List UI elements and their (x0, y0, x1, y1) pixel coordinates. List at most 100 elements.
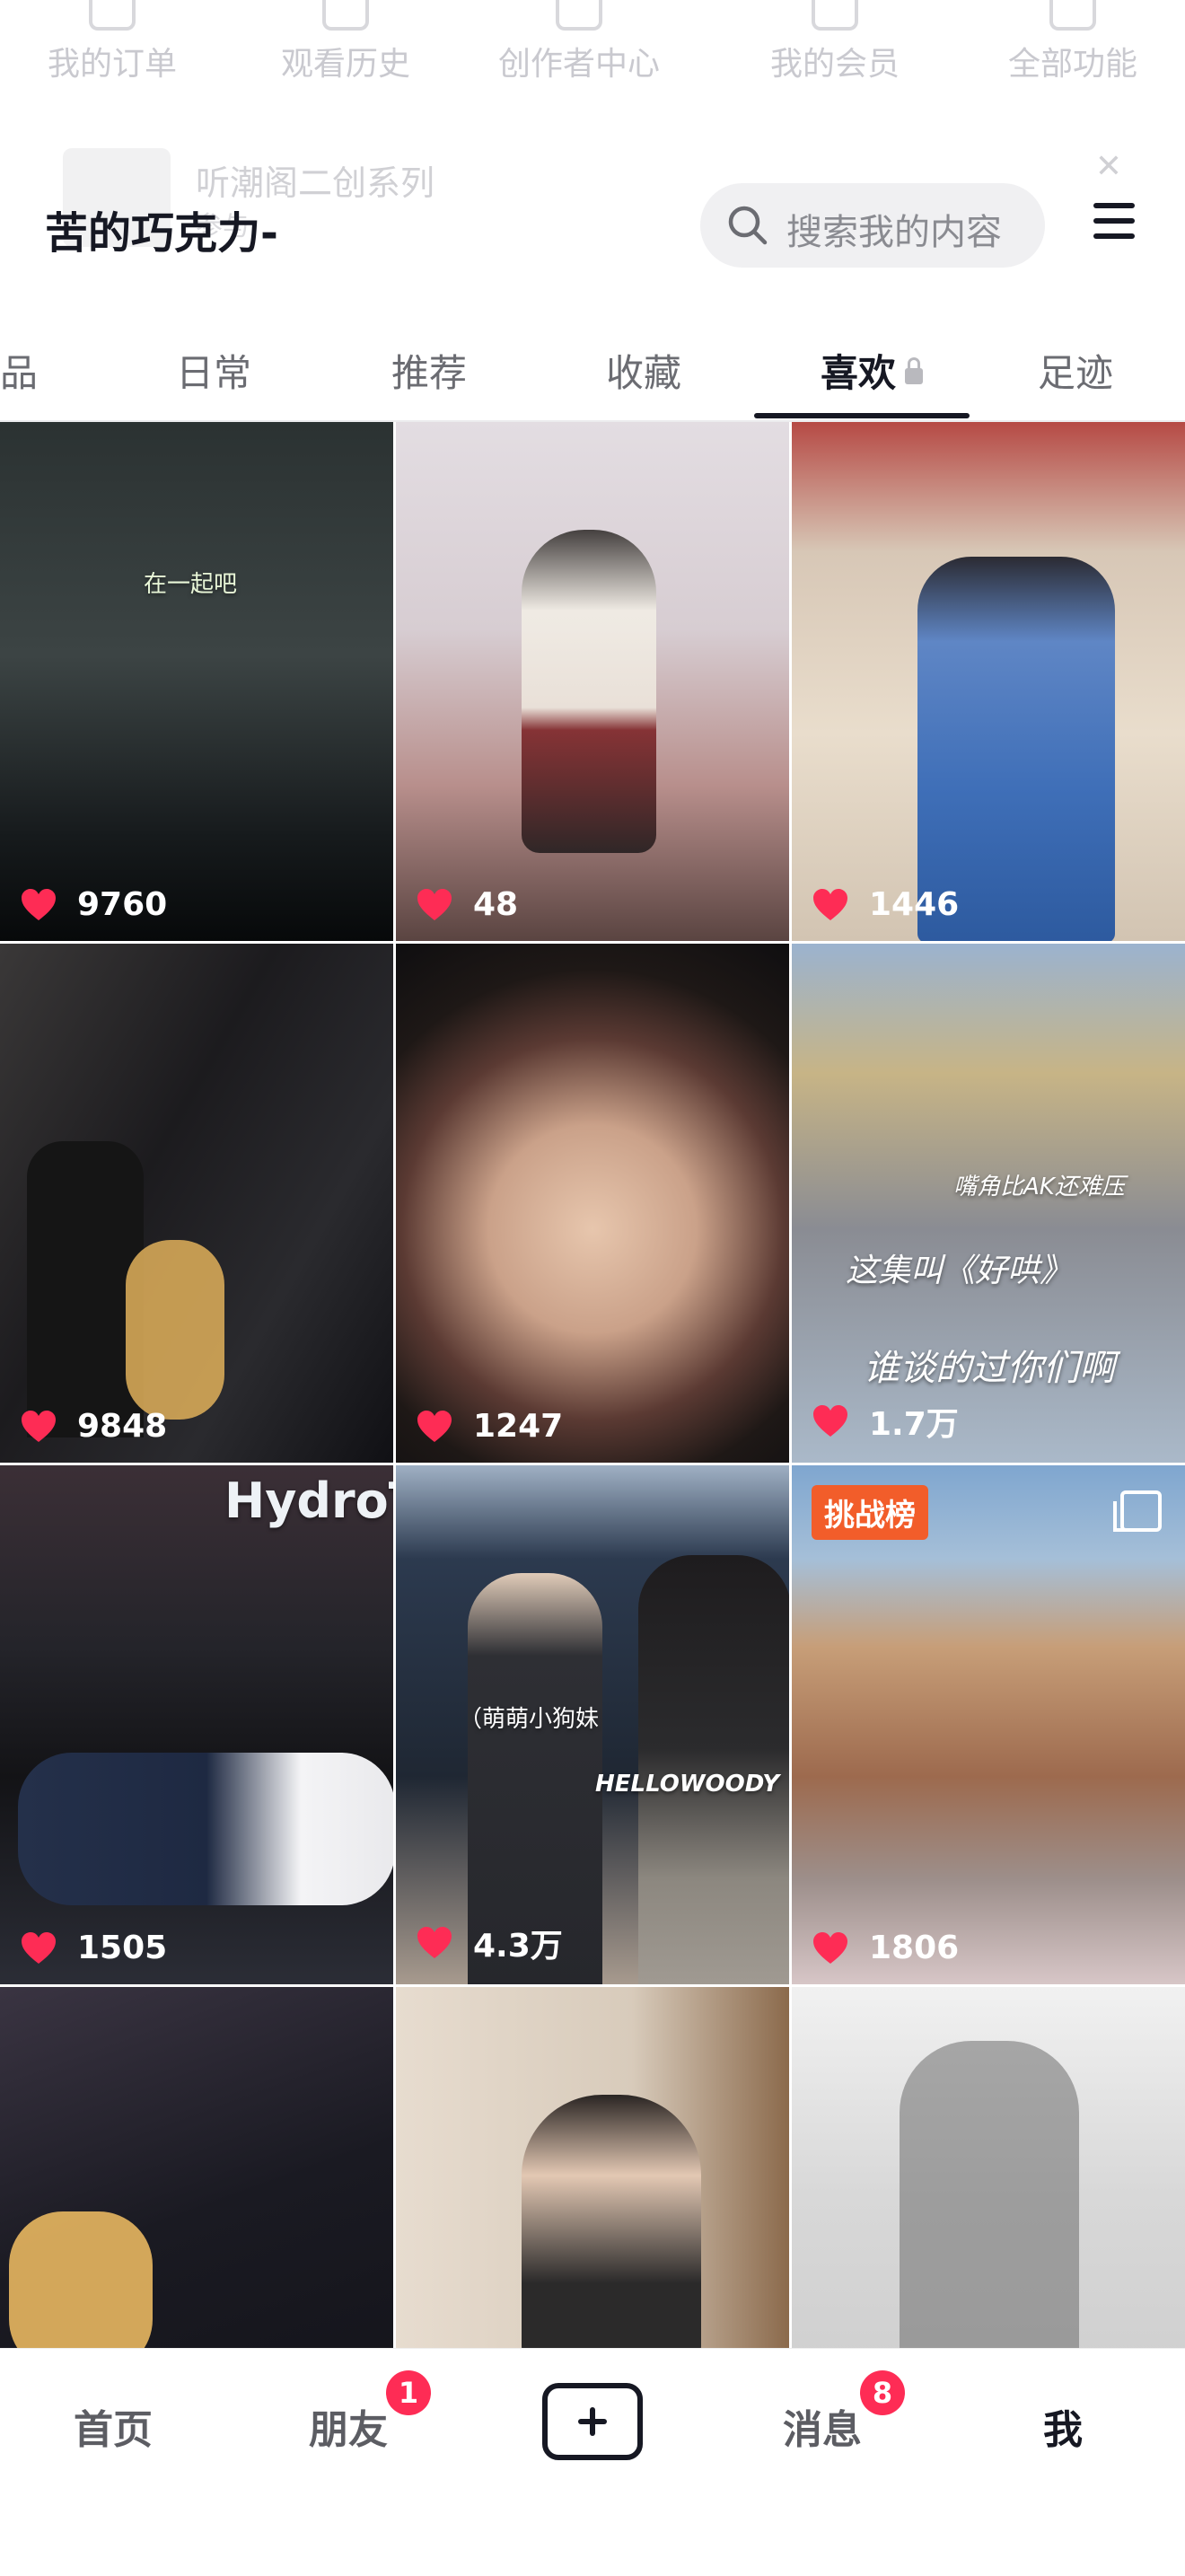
tab-works[interactable]: 品 (0, 343, 38, 398)
thumbnail-figure (522, 2095, 701, 2348)
video-thumbnail[interactable]: 在一起吧 9760 (0, 422, 393, 941)
thumbnail-figure (638, 1555, 789, 1984)
like-count: 1505 (20, 1930, 167, 1966)
video-caption: 嘴角比AK还难压 (953, 1174, 1125, 1200)
video-thumbnail[interactable]: 1247 (396, 944, 789, 1463)
heart-icon (22, 888, 56, 920)
shortcut-label: 观看历史 (280, 46, 410, 83)
video-thumbnail[interactable] (396, 1987, 789, 2348)
friends-badge: 1 (386, 2370, 431, 2415)
tab-history[interactable]: 足迹 (1038, 343, 1113, 398)
nav-home[interactable]: 首页 (74, 2397, 153, 2455)
like-count-value: 1505 (77, 1930, 168, 1966)
video-thumbnail[interactable]: 嘴角比AK还难压 这集叫《好哄》 谁谈的过你们啊 1.7万 (792, 944, 1185, 1463)
search-icon (728, 206, 768, 245)
tab-daily[interactable]: 日常 (176, 343, 251, 398)
like-count: 48 (416, 886, 518, 923)
like-count: 1247 (416, 1408, 563, 1445)
like-count-value: 1.7万 (869, 1406, 959, 1443)
video-caption: 在一起吧 (144, 571, 238, 598)
heart-icon (22, 1931, 56, 1964)
like-count: 4.3万 (416, 1920, 563, 1966)
video-thumbnail[interactable]: HydroT 1505 (0, 1465, 393, 1984)
thumbnail-figure (900, 2041, 1079, 2348)
shortcut-history: 观看历史 (256, 0, 435, 84)
messages-badge: 8 (860, 2370, 905, 2415)
heart-icon (813, 888, 847, 920)
video-caption: 这集叫《好哄》 (846, 1253, 1073, 1289)
thumbnail-figure (18, 1753, 393, 1905)
heart-icon (417, 1410, 452, 1442)
nav-messages-label: 消息 (783, 2407, 862, 2453)
tab-favorites[interactable]: 收藏 (606, 343, 681, 398)
shortcut-creator: 创作者中心 (489, 0, 669, 84)
like-count-value: 4.3万 (473, 1928, 563, 1965)
thumbnail-bouquet (9, 2211, 153, 2348)
like-count-value: 1247 (473, 1408, 564, 1445)
like-count: 1446 (812, 886, 959, 923)
menu-icon-bar (1093, 203, 1135, 208)
tab-likes[interactable]: 喜欢 (821, 343, 924, 398)
liked-videos-grid: 在一起吧 9760 48 1446 9848 1247 嘴角比AK还难压 这集叫… (0, 422, 1185, 2348)
video-caption: 谁谈的过你们啊 (864, 1348, 1115, 1389)
like-count-value: 48 (473, 886, 519, 923)
heart-icon (813, 1931, 847, 1964)
tab-recommend[interactable]: 推荐 (391, 343, 467, 398)
nav-friends-label: 朋友 (309, 2407, 388, 2453)
multi-image-icon (1113, 1490, 1162, 1532)
like-count-value: 9760 (77, 886, 168, 923)
shortcut-label: 我的会员 (769, 46, 900, 83)
thumbnail-bouquet (126, 1240, 224, 1420)
heart-icon (813, 1405, 847, 1437)
search-input[interactable]: 搜索我的内容 (700, 183, 1045, 268)
heart-icon (417, 1927, 452, 1958)
nav-me[interactable]: 我 (1043, 2397, 1083, 2455)
like-count: 9760 (20, 886, 167, 923)
video-thumbnail[interactable]: 48 (396, 422, 789, 941)
video-caption: （萌萌小狗妹 (459, 1706, 600, 1733)
shortcut-all: 全部功能 (983, 0, 1163, 84)
thumbnail-figure (522, 530, 656, 853)
shortcut-membership: 我的会员 (745, 0, 925, 84)
video-thumbnail[interactable] (0, 1987, 393, 2348)
nav-friends[interactable]: 朋友 (309, 2397, 388, 2455)
video-thumbnail[interactable]: （萌萌小狗妹 HELLOWOODY 4.3万 (396, 1465, 789, 1984)
membership-icon (812, 0, 858, 31)
video-thumbnail[interactable]: 挑战榜 1806 (792, 1465, 1185, 1984)
clock-icon (322, 0, 369, 31)
grid-icon (1049, 0, 1096, 31)
tab-likes-label: 喜欢 (821, 351, 897, 395)
profile-header: 苦的巧克力- 搜索我的内容 (0, 171, 1185, 278)
add-button[interactable] (542, 2383, 643, 2460)
video-caption: HELLOWOODY (595, 1771, 780, 1798)
challenge-badge: 挑战榜 (812, 1485, 928, 1540)
like-count: 1806 (812, 1930, 959, 1966)
bulb-icon (556, 0, 602, 31)
profile-name: 苦的巧克力- (45, 208, 278, 259)
video-caption: HydroT (224, 1473, 393, 1529)
lock-icon (905, 357, 924, 384)
background-shortcuts: 我的订单 观看历史 创作者中心 我的会员 全部功能 (0, 0, 1185, 99)
shortcut-label: 全部功能 (1007, 46, 1137, 83)
menu-icon-bar (1093, 233, 1135, 239)
shortcut-label: 我的订单 (47, 46, 177, 83)
like-count-value: 1446 (869, 886, 960, 923)
nav-messages[interactable]: 消息 (783, 2397, 862, 2455)
shortcut-label: 创作者中心 (497, 46, 660, 83)
menu-button[interactable] (1093, 203, 1135, 241)
heart-icon (22, 1410, 56, 1442)
video-thumbnail[interactable] (792, 1987, 1185, 2348)
heart-icon (417, 888, 452, 920)
bottom-navigation: 首页 朋友 1 消息 8 我 (0, 2348, 1185, 2576)
profile-tabs: 品 日常 推荐 收藏 喜欢 足迹 (0, 323, 1185, 422)
search-placeholder: 搜索我的内容 (786, 212, 1002, 253)
like-count-value: 1806 (869, 1930, 960, 1966)
like-count: 9848 (20, 1408, 167, 1445)
cart-icon (89, 0, 136, 31)
video-thumbnail[interactable]: 9848 (0, 944, 393, 1463)
shortcut-orders: 我的订单 (22, 0, 202, 84)
thumbnail-figure (917, 557, 1115, 941)
video-thumbnail[interactable]: 1446 (792, 422, 1185, 941)
active-tab-indicator (754, 413, 970, 418)
menu-icon-bar (1093, 218, 1135, 224)
